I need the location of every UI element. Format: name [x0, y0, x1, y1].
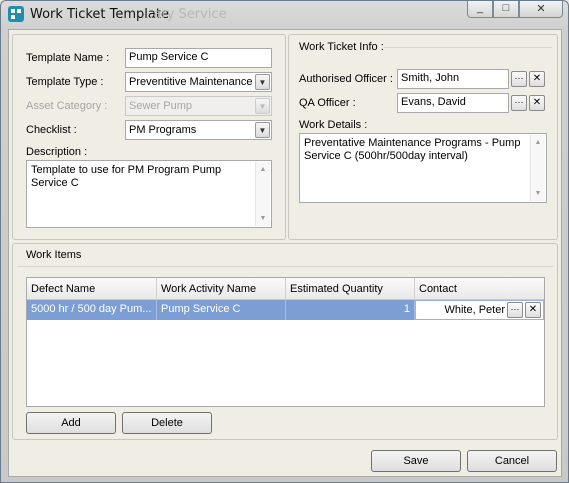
title-bar[interactable]: Work Ticket Template ...ary Service _ □ … — [1, 1, 568, 29]
cell-defect-name[interactable]: 5000 hr / 500 day Pum... — [27, 300, 157, 320]
cell-estimated-quantity[interactable]: 1 — [286, 300, 415, 320]
add-button[interactable]: Add — [26, 412, 116, 434]
qa-officer-input[interactable]: Evans, David — [397, 93, 509, 113]
work-details-scrollbar[interactable]: ▲ ▼ — [530, 135, 545, 201]
cell-contact[interactable]: White, Peter ··· ✕ — [415, 300, 544, 320]
save-button[interactable]: Save — [371, 450, 461, 472]
work-details-label: Work Details : — [299, 119, 368, 131]
scroll-down-icon[interactable]: ▼ — [531, 186, 545, 201]
qa-officer-label: QA Officer : — [299, 97, 356, 109]
chevron-down-icon[interactable]: ▼ — [255, 122, 270, 138]
cancel-button[interactable]: Cancel — [467, 450, 557, 472]
maximize-icon: □ — [502, 2, 510, 14]
contact-value: White, Peter — [444, 304, 505, 316]
minimize-button[interactable]: _ — [467, 1, 493, 18]
close-icon: ✕ — [536, 3, 546, 15]
chevron-down-icon: ▼ — [255, 98, 270, 114]
template-type-select[interactable]: Preventitive Maintenance ▼ — [125, 72, 272, 92]
description-label: Description : — [26, 146, 88, 158]
checklist-label: Checklist : — [26, 124, 77, 136]
authorised-officer-input[interactable]: Smith, John — [397, 69, 509, 89]
work-details-textarea[interactable]: Preventative Maintenance Programs - Pump… — [299, 133, 547, 203]
column-header-defect-name[interactable]: Defect Name — [27, 278, 157, 299]
contact-clear-icon[interactable]: ✕ — [525, 302, 541, 318]
cell-work-activity[interactable]: Pump Service C — [157, 300, 286, 320]
asset-category-select: Sewer Pump ▼ — [125, 96, 272, 116]
close-button[interactable]: ✕ — [519, 1, 563, 18]
dialog-body: Template Name : Pump Service C Template … — [8, 29, 562, 477]
table-row[interactable]: 5000 hr / 500 day Pum... Pump Service C … — [27, 300, 544, 320]
scroll-down-icon[interactable]: ▼ — [256, 211, 270, 226]
grid-header: Defect Name Work Activity Name Estimated… — [27, 278, 544, 300]
window-title-ghost: ...ary Service — [141, 7, 227, 22]
authorised-officer-label: Authorised Officer : — [299, 73, 393, 85]
work-items-grid: Defect Name Work Activity Name Estimated… — [26, 277, 545, 407]
scroll-up-icon[interactable]: ▲ — [256, 162, 270, 177]
delete-button[interactable]: Delete — [122, 412, 212, 434]
qa-officer-clear-icon[interactable]: ✕ — [529, 95, 545, 111]
work-ticket-info-title: Work Ticket Info : — [299, 41, 384, 53]
scroll-up-icon[interactable]: ▲ — [531, 135, 545, 150]
work-details-text: Preventative Maintenance Programs - Pump… — [304, 137, 521, 162]
template-name-input[interactable]: Pump Service C — [125, 48, 272, 68]
work-ticket-info-panel: Work Ticket Info : Authorised Officer : … — [288, 34, 558, 240]
qa-officer-ellipsis-icon[interactable]: ··· — [511, 95, 527, 111]
work-ticket-template-window: Work Ticket Template ...ary Service _ □ … — [0, 0, 569, 483]
template-panel: Template Name : Pump Service C Template … — [12, 34, 286, 240]
checklist-select[interactable]: PM Programs ▼ — [125, 120, 272, 140]
maximize-button[interactable]: □ — [493, 1, 519, 18]
authorised-officer-ellipsis-icon[interactable]: ··· — [511, 71, 527, 87]
contact-ellipsis-icon[interactable]: ··· — [507, 302, 523, 318]
asset-category-label: Asset Category : — [26, 100, 108, 112]
asset-category-value: Sewer Pump — [129, 100, 192, 112]
minimize-icon: _ — [476, 2, 484, 14]
description-textarea[interactable]: Template to use for PM Program Pump Serv… — [26, 160, 272, 228]
work-items-title: Work Items — [26, 249, 82, 261]
template-name-label: Template Name : — [26, 52, 110, 64]
column-header-work-activity[interactable]: Work Activity Name — [157, 278, 286, 299]
template-type-label: Template Type : — [26, 76, 104, 88]
checklist-value: PM Programs — [129, 124, 197, 136]
column-header-contact[interactable]: Contact — [415, 278, 544, 299]
column-header-estimated-quantity[interactable]: Estimated Quantity — [286, 278, 415, 299]
chevron-down-icon[interactable]: ▼ — [255, 74, 270, 90]
divider — [384, 47, 552, 48]
app-icon — [8, 6, 24, 22]
authorised-officer-clear-icon[interactable]: ✕ — [529, 71, 545, 87]
description-text: Template to use for PM Program Pump Serv… — [31, 164, 222, 189]
divider — [17, 266, 553, 267]
template-type-value: Preventitive Maintenance — [129, 76, 253, 88]
description-scrollbar[interactable]: ▲ ▼ — [255, 162, 270, 226]
